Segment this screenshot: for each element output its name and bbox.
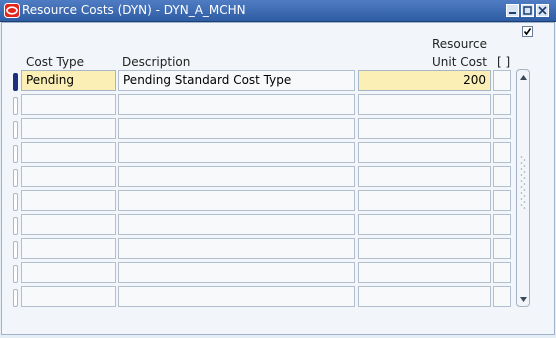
scroll-up-arrow-icon[interactable] [519,73,528,82]
unit-cost-field[interactable]: 200 [358,70,491,91]
description-field[interactable] [118,214,355,235]
maximize-button[interactable] [521,4,534,17]
unit-cost-field[interactable] [358,262,491,283]
unit-cost-field[interactable] [358,286,491,307]
minimize-icon [509,12,516,14]
cost-type-field[interactable] [21,166,116,187]
table-row [0,262,556,283]
vertical-scrollbar[interactable] [516,69,530,307]
flexfield-cell[interactable] [493,190,511,211]
table-row [0,94,556,115]
description-field[interactable] [118,286,355,307]
description-field[interactable] [118,118,355,139]
description-field[interactable] [118,166,355,187]
flexfield-cell[interactable] [493,70,511,91]
window-checkbox[interactable] [522,26,533,37]
checkbox-checked-icon [523,28,532,36]
cost-type-field[interactable] [21,118,116,139]
description-field[interactable] [118,94,355,115]
flexfield-cell[interactable] [493,286,511,307]
record-indicator[interactable] [13,169,18,187]
minimize-button[interactable] [506,4,519,17]
flexfield-cell[interactable] [493,238,511,259]
scrollbar-thumb[interactable] [520,154,526,212]
maximize-icon [523,6,532,15]
flexfield-cell[interactable] [493,142,511,163]
table-row [0,238,556,259]
unit-cost-field[interactable] [358,118,491,139]
column-header-cost-type: Cost Type [26,55,85,69]
flexfield-cell[interactable] [493,94,511,115]
close-button[interactable] [536,4,549,17]
column-header-flexfield: [ ] [497,55,511,69]
flexfield-cell[interactable] [493,262,511,283]
table-row [0,286,556,307]
cost-type-field[interactable] [21,238,116,259]
cost-type-field[interactable] [21,94,116,115]
column-header-description: Description [122,55,191,69]
record-indicator[interactable] [13,121,18,139]
unit-cost-field[interactable] [358,214,491,235]
window-title-bar[interactable]: Resource Costs (DYN) - DYN_A_MCHN [0,0,556,22]
record-indicator[interactable] [13,145,18,163]
unit-cost-field[interactable] [358,190,491,211]
cost-type-field[interactable] [21,262,116,283]
unit-cost-field[interactable] [358,94,491,115]
table-row [0,142,556,163]
table-row [0,118,556,139]
close-icon [538,6,547,15]
flexfield-cell[interactable] [493,118,511,139]
description-field[interactable] [118,142,355,163]
description-field[interactable]: Pending Standard Cost Type [118,70,355,91]
record-indicator[interactable] [13,265,18,283]
cost-type-field[interactable]: Pending [21,70,116,91]
record-indicator[interactable] [13,97,18,115]
flexfield-cell[interactable] [493,214,511,235]
cost-type-field[interactable] [21,214,116,235]
column-header-resource: Resource [432,37,488,51]
description-field[interactable] [118,262,355,283]
scroll-down-arrow-icon[interactable] [519,295,528,304]
current-record-indicator[interactable] [13,73,18,91]
table-row: Pending Pending Standard Cost Type 200 [0,70,556,91]
table-row [0,214,556,235]
description-field[interactable] [118,190,355,211]
record-indicator[interactable] [13,193,18,211]
cost-type-field[interactable] [21,286,116,307]
record-indicator[interactable] [13,289,18,307]
cost-type-field[interactable] [21,142,116,163]
oracle-logo-icon [4,3,20,18]
table-row [0,190,556,211]
flexfield-cell[interactable] [493,166,511,187]
unit-cost-field[interactable] [358,166,491,187]
cost-type-field[interactable] [21,190,116,211]
column-header-unit-cost: Unit Cost [432,55,487,69]
unit-cost-field[interactable] [358,142,491,163]
record-indicator[interactable] [13,217,18,235]
window-title: Resource Costs (DYN) - DYN_A_MCHN [22,3,246,17]
table-row [0,166,556,187]
record-indicator[interactable] [13,241,18,259]
unit-cost-field[interactable] [358,238,491,259]
description-field[interactable] [118,238,355,259]
